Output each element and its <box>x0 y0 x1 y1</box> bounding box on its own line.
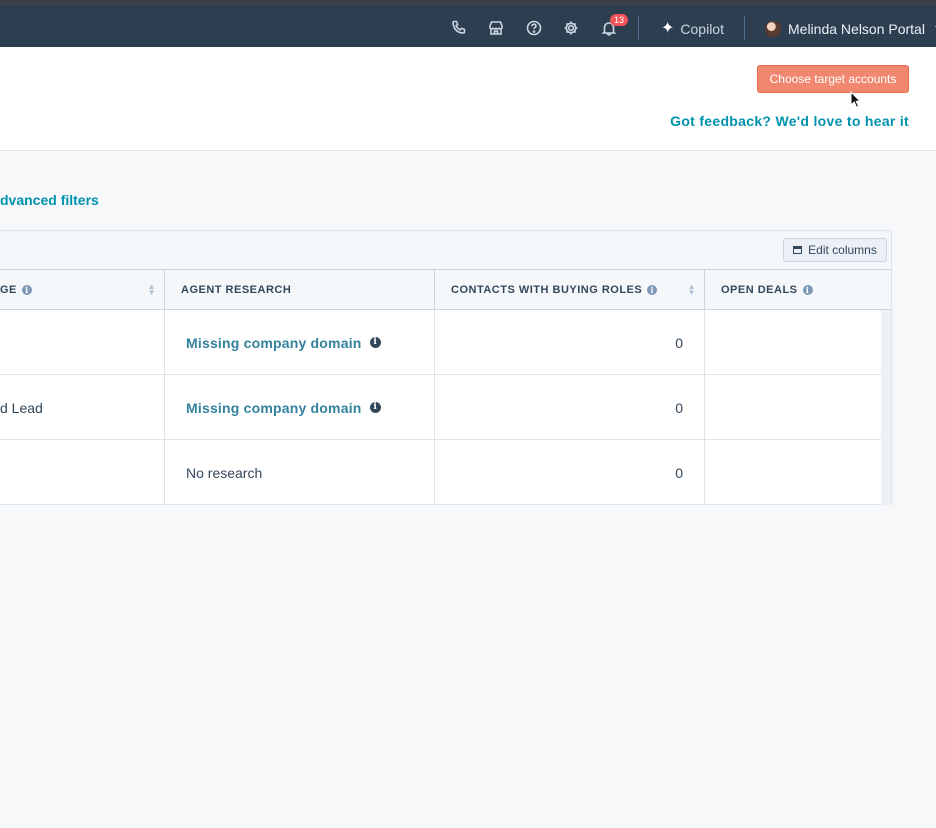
table-toolbar: Edit columns <box>0 231 891 270</box>
top-nav: 13 ✦ Copilot Melinda Nelson Portal <box>0 0 936 47</box>
table-header: GE i ▲ ▼ AGENT RESEARCH CONTACTS WITH BUY… <box>0 270 891 310</box>
account-menu[interactable]: Melinda Nelson Portal <box>765 18 936 40</box>
nav-divider <box>744 16 745 40</box>
notification-badge: 13 <box>610 14 629 26</box>
info-icon[interactable]: i <box>369 337 381 348</box>
info-icon[interactable]: i <box>369 402 381 413</box>
contacts-cell: 0 <box>435 375 705 440</box>
choose-target-accounts-button[interactable]: Choose target accounts <box>757 65 909 93</box>
stage-cell: d Lead <box>0 375 165 440</box>
copilot-button[interactable]: ✦ Copilot <box>661 18 724 40</box>
mouse-cursor-icon <box>850 91 862 108</box>
missing-domain-link[interactable]: Missing company domain <box>186 400 362 416</box>
open-deals-cell <box>705 375 891 440</box>
avatar <box>765 21 781 37</box>
advanced-filters-link[interactable]: dvanced filters <box>0 192 99 208</box>
agent-research-cell: No research <box>165 440 435 505</box>
open-deals-cell <box>705 310 891 375</box>
contacts-cell: 0 <box>435 440 705 505</box>
missing-domain-link[interactable]: Missing company domain <box>186 335 362 351</box>
no-research-text: No research <box>186 464 263 481</box>
feedback-link[interactable]: Got feedback? We'd love to hear it <box>670 113 909 129</box>
stage-cell <box>0 310 165 375</box>
column-header-open-deals[interactable]: OPEN DEALS i <box>705 270 891 310</box>
info-icon[interactable]: i <box>647 285 658 295</box>
page-header: Choose target accounts Got feedback? We'… <box>0 47 936 151</box>
horizontal-scroll-track[interactable] <box>881 310 891 505</box>
agent-research-cell: Missing company domain i <box>165 310 435 375</box>
help-icon[interactable] <box>525 19 543 37</box>
user-name: Melinda Nelson Portal <box>788 21 925 37</box>
edit-columns-label: Edit columns <box>808 243 877 257</box>
settings-icon[interactable] <box>562 19 580 37</box>
table-row: Missing company domain i 0 <box>0 310 891 375</box>
open-deals-cell <box>705 440 891 505</box>
marketplace-icon[interactable] <box>487 19 505 37</box>
edit-columns-button[interactable]: Edit columns <box>783 238 887 262</box>
sparkle-icon: ✦ <box>661 20 675 37</box>
stage-cell <box>0 440 165 505</box>
column-header-contacts-buying-roles[interactable]: CONTACTS WITH BUYING ROLES i ▲ ▼ <box>435 270 705 310</box>
column-header-stage[interactable]: GE i ▲ ▼ <box>0 270 165 310</box>
table-icon <box>793 246 803 254</box>
accounts-table: Edit columns GE i ▲ ▼ AGENT RESEARCH CONT… <box>0 230 892 505</box>
nav-divider <box>638 16 639 40</box>
info-icon[interactable]: i <box>21 285 32 295</box>
sort-icon[interactable]: ▲ ▼ <box>148 283 156 297</box>
sort-icon[interactable]: ▲ ▼ <box>688 283 696 297</box>
column-header-agent-research[interactable]: AGENT RESEARCH <box>165 270 435 310</box>
info-icon[interactable]: i <box>802 285 813 295</box>
copilot-label: Copilot <box>680 21 724 37</box>
table-row: No research 0 <box>0 440 891 505</box>
agent-research-cell: Missing company domain i <box>165 375 435 440</box>
phone-icon[interactable] <box>450 19 468 37</box>
contacts-cell: 0 <box>435 310 705 375</box>
table-row: d Lead Missing company domain i 0 <box>0 375 891 440</box>
